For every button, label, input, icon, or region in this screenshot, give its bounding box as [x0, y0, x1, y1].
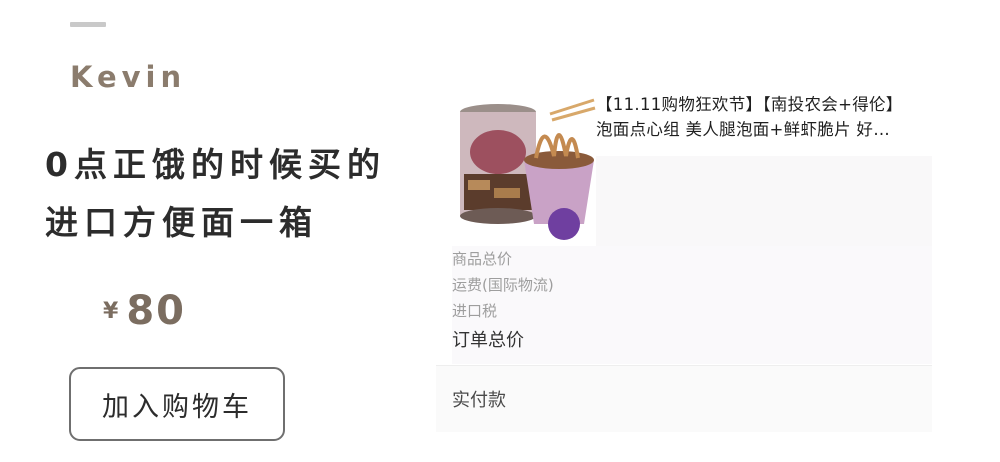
price-amount: 80: [126, 288, 186, 334]
price: ¥80: [103, 288, 186, 334]
jar-label: [470, 130, 526, 174]
currency-symbol: ¥: [103, 299, 119, 324]
fee-summary: 商品总价 运费(国际物流) 进口税 订单总价: [452, 246, 932, 364]
author-name: Kevin: [70, 60, 187, 94]
add-to-cart-button[interactable]: 加入购物车: [69, 367, 285, 441]
product-image[interactable]: [454, 96, 596, 242]
price-badge-icon: [548, 208, 580, 240]
actual-payment-label: 实付款: [452, 390, 506, 411]
order-total-label: 订单总价: [452, 330, 524, 351]
fee-label-import-tax: 进口税: [452, 302, 498, 320]
headline-line1: 0点正饿的时候买的: [45, 145, 386, 184]
headline-line2: 进口方便面一箱: [45, 203, 318, 242]
product-title[interactable]: 【11.11购物狂欢节】【南投农会+得伦】 泡面点心组 美人腿泡面+鲜虾脆片 好…: [596, 92, 926, 142]
headline: 0点正饿的时候买的 进口方便面一箱: [45, 136, 425, 252]
order-card: 【11.11购物狂欢节】【南投农会+得伦】 泡面点心组 美人腿泡面+鲜虾脆片 好…: [436, 78, 932, 432]
decorative-dash: [70, 22, 106, 27]
product-title-line1: 【11.11购物狂欢节】【南投农会+得伦】: [596, 95, 903, 114]
payment-row: 实付款: [436, 366, 932, 432]
product-panel-background: [596, 156, 932, 246]
fee-label-shipping: 运费(国际物流): [452, 276, 554, 294]
product-title-line2: 泡面点心组 美人腿泡面+鲜虾脆片 好…: [596, 120, 891, 139]
fee-label-goods-total: 商品总价: [452, 250, 513, 268]
chopsticks: [549, 98, 595, 116]
